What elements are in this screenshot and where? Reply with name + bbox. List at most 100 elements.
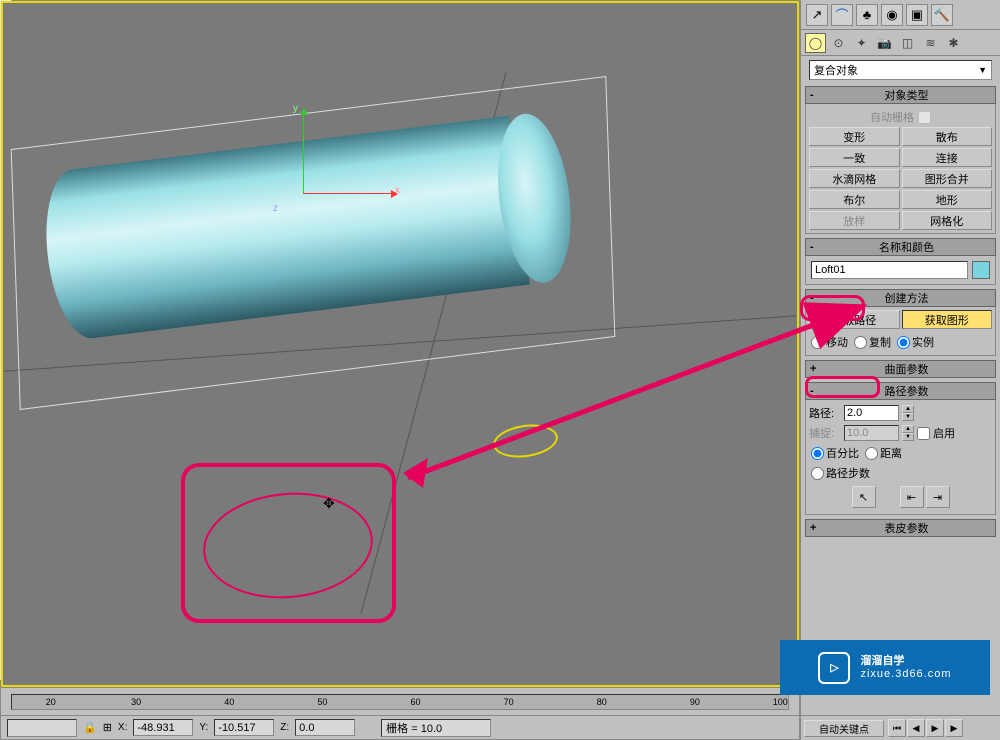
systems-icon[interactable]: ✱ — [943, 33, 964, 53]
crosshair-cursor: ✥ — [323, 495, 339, 511]
timeline-track[interactable]: 20 30 40 50 60 70 80 90 100 — [11, 694, 789, 710]
spinner-down-icon[interactable]: ▼ — [902, 413, 914, 421]
autogrid-label: 自动栅格 — [870, 109, 914, 125]
move-radio[interactable]: 移动 — [811, 334, 848, 350]
minus-icon: - — [810, 89, 822, 101]
morph-button[interactable]: 变形 — [809, 127, 900, 146]
get-shape-button[interactable]: 获取图形 — [902, 310, 993, 329]
rollout-name-color: - 名称和颜色 Loft01 — [805, 238, 996, 285]
annotation-highlight-getshape — [800, 295, 865, 321]
snap-spinner: ▲ ▼ — [902, 425, 914, 441]
prev-icon-button[interactable]: ⇤ — [900, 486, 924, 508]
rollout-header[interactable]: + 表皮参数 — [805, 519, 996, 537]
pick-icon-button[interactable]: ↖ — [852, 486, 876, 508]
status-msg — [7, 719, 77, 737]
watermark: ▷ 溜溜自学 zixue.3d66.com — [780, 640, 990, 695]
watermark-logo-icon: ▷ — [818, 652, 850, 684]
object-name-input[interactable]: Loft01 — [811, 261, 968, 279]
distance-radio[interactable]: 距离 — [865, 445, 902, 461]
sub-category-icons: ◯ ⊙ ✦ 📷 ◫ ≋ ✱ — [801, 30, 1000, 56]
blobmesh-button[interactable]: 水滴网格 — [809, 169, 900, 188]
tick: 80 — [597, 697, 607, 707]
z-axis-label: z — [273, 203, 278, 214]
tick: 70 — [504, 697, 514, 707]
annotation-highlight-pathvalue — [805, 376, 880, 398]
rollout-header[interactable]: - 名称和颜色 — [805, 238, 996, 256]
terrain-button[interactable]: 地形 — [902, 190, 993, 209]
lock-icon[interactable]: 🔒 — [83, 721, 97, 734]
perspective-viewport[interactable]: x y z ✥ — [1, 1, 799, 687]
connect-button[interactable]: 连接 — [902, 148, 993, 167]
rollout-header[interactable]: - 对象类型 — [805, 86, 996, 104]
spinner-up-icon: ▲ — [902, 425, 914, 433]
tick: 40 — [224, 697, 234, 707]
geometry-icon[interactable]: ◯ — [805, 33, 826, 53]
minus-icon: - — [810, 241, 822, 253]
dropdown-value: 复合对象 — [814, 62, 858, 78]
helpers-icon[interactable]: ◫ — [897, 33, 918, 53]
shapes-icon[interactable]: ⊙ — [828, 33, 849, 53]
tick: 50 — [317, 697, 327, 707]
watermark-title: 溜溜自学 — [860, 655, 951, 667]
conform-button[interactable]: 一致 — [809, 148, 900, 167]
spinner-down-icon: ▼ — [902, 433, 914, 441]
category-dropdown[interactable]: 复合对象 ▼ — [809, 60, 992, 80]
tick: 60 — [411, 697, 421, 707]
autogrid-checkbox — [918, 111, 931, 124]
next-frame-icon[interactable]: ▶ — [945, 719, 963, 737]
x-label: X: — [118, 722, 127, 733]
hierarchy-tab-icon[interactable]: ♣ — [856, 4, 878, 26]
color-swatch[interactable] — [972, 261, 990, 279]
y-coord-input[interactable]: -10.517 — [214, 719, 274, 736]
mesher-button[interactable]: 网格化 — [902, 211, 993, 230]
path-spinner[interactable]: ▲ ▼ — [902, 405, 914, 421]
chevron-down-icon: ▼ — [978, 65, 987, 75]
utilities-tab-icon[interactable]: 🔨 — [931, 4, 953, 26]
display-tab-icon[interactable]: ▣ — [906, 4, 928, 26]
annotation-rect — [181, 463, 396, 623]
z-label: Z: — [280, 722, 289, 733]
play-icon[interactable]: ▶ — [926, 719, 944, 737]
watermark-url: zixue.3d66.com — [860, 668, 951, 680]
viewport-container: x y z ✥ 20 30 40 50 6 — [0, 0, 800, 740]
boolean-button[interactable]: 布尔 — [809, 190, 900, 209]
enable-label: 启用 — [933, 425, 955, 441]
y-axis-label: y — [293, 103, 298, 114]
x-axis[interactable] — [303, 193, 393, 194]
panel-tabs: ↗ ⌒ ♣ ◉ ▣ 🔨 — [801, 0, 1000, 30]
annotation-arrow — [398, 388, 858, 488]
tick: 90 — [690, 697, 700, 707]
tick: 100 — [773, 697, 788, 707]
prev-frame-icon[interactable]: ◀ — [907, 719, 925, 737]
x-axis-label: x — [395, 185, 400, 196]
create-tab-icon[interactable]: ↗ — [806, 4, 828, 26]
shapemerge-button[interactable]: 图形合并 — [902, 169, 993, 188]
z-coord-input[interactable]: 0.0 — [295, 719, 355, 736]
timeline[interactable]: 20 30 40 50 60 70 80 90 100 — [1, 687, 799, 715]
snap-icon[interactable]: ⊞ — [103, 721, 112, 734]
cameras-icon[interactable]: 📷 — [874, 33, 895, 53]
tick: 20 — [46, 697, 56, 707]
loft-button[interactable]: 放样 — [809, 211, 900, 230]
autokey-button[interactable]: 自动关键点 — [804, 720, 884, 737]
modify-tab-icon[interactable]: ⌒ — [831, 4, 853, 26]
enable-snap-checkbox[interactable] — [917, 427, 930, 440]
plus-icon: + — [810, 363, 822, 375]
next-icon-button[interactable]: ⇥ — [926, 486, 950, 508]
grid-readout: 栅格 = 10.0 — [381, 719, 491, 737]
copy-radio[interactable]: 复制 — [854, 334, 891, 350]
rollout-skin-params: + 表皮参数 — [805, 519, 996, 537]
tick: 30 — [131, 697, 141, 707]
scatter-button[interactable]: 散布 — [902, 127, 993, 146]
instance-radio[interactable]: 实例 — [897, 334, 934, 350]
spacewarps-icon[interactable]: ≋ — [920, 33, 941, 53]
spinner-up-icon[interactable]: ▲ — [902, 405, 914, 413]
motion-tab-icon[interactable]: ◉ — [881, 4, 903, 26]
x-coord-input[interactable]: -48.931 — [133, 719, 193, 736]
goto-start-icon[interactable]: ⏮ — [888, 719, 906, 737]
command-panel: ↗ ⌒ ♣ ◉ ▣ 🔨 ◯ ⊙ ✦ 📷 ◫ ≋ ✱ 复合对象 ▼ - — [800, 0, 1000, 740]
y-label: Y: — [199, 722, 208, 733]
lights-icon[interactable]: ✦ — [851, 33, 872, 53]
plus-icon: + — [810, 522, 822, 534]
y-axis[interactable] — [303, 113, 304, 193]
